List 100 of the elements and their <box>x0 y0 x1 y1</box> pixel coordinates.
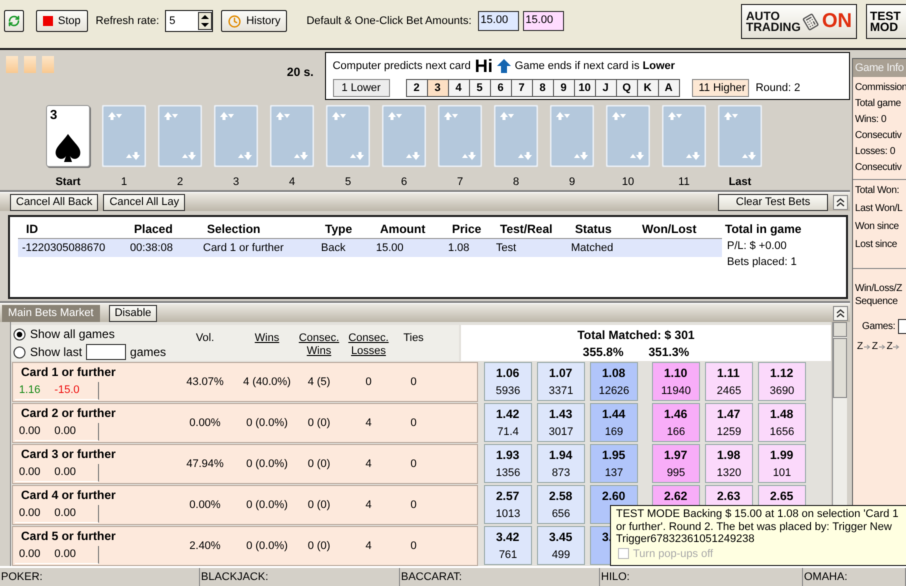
stat-label: Total Won: <box>855 185 900 196</box>
one-click-amount-field[interactable]: 15.00 <box>522 11 564 31</box>
lay-price-cell[interactable]: 1.99 101 <box>758 444 806 483</box>
sequence-item: Z <box>886 341 892 352</box>
rank-button[interactable]: 10 <box>574 79 596 97</box>
prediction-value: Hi <box>474 56 493 76</box>
back-profit: 0.00 <box>19 548 40 560</box>
lay-price-cell[interactable]: 1.46 166 <box>652 403 700 442</box>
prediction-label: Computer predicts next card <box>332 60 471 72</box>
stat-value: 0 <box>409 540 418 552</box>
rank-button[interactable]: 5 <box>468 79 491 97</box>
default-amount-field[interactable]: 15.00 <box>478 11 519 31</box>
back-price-cell[interactable]: 1.07 3371 <box>537 362 585 401</box>
bet-row[interactable]: -1220305088670 00:38:08 Card 1 or further Back 15.00 1.08 Test Matched <box>18 239 722 257</box>
round-text: Round: 2 <box>756 82 800 94</box>
column-header: Amount <box>379 222 426 236</box>
back-price-cell[interactable]: 2.58 656 <box>537 485 585 524</box>
indicator-light <box>24 56 36 73</box>
back-price-cell[interactable]: 1.95 137 <box>590 444 638 483</box>
column-header: Test/Real <box>499 222 554 236</box>
rank-button[interactable]: 7 <box>510 79 533 97</box>
column-header: Type <box>324 222 354 236</box>
stat-label: Wins: 0 <box>855 114 888 125</box>
refresh-button[interactable] <box>4 10 24 32</box>
collapse-icon[interactable] <box>833 194 848 210</box>
table-cell-text: Test <box>495 242 518 254</box>
stop-icon <box>43 16 53 26</box>
rank-button[interactable]: A <box>658 79 680 97</box>
cancel-button[interactable]: Cancel All Lay <box>103 194 186 210</box>
lay-price-cell[interactable]: 1.97 995 <box>652 444 700 483</box>
up-arrow-icon <box>496 59 511 73</box>
games-count-field[interactable] <box>86 344 126 360</box>
bet-amounts-label: Default & One-Click Bet Amounts: <box>306 14 472 29</box>
test-mode-button[interactable]: TEST MOD <box>866 4 906 39</box>
rank-button[interactable]: Q <box>616 79 638 97</box>
panel-title: Game Info <box>853 59 906 77</box>
disable-button[interactable]: Disable <box>108 304 158 322</box>
games-field[interactable] <box>898 319 906 334</box>
rank-button[interactable]: 6 <box>490 79 512 97</box>
column-header: Vol. <box>194 331 216 345</box>
back-price-cell[interactable]: 1.08 12626 <box>590 362 638 401</box>
rank-button[interactable]: J <box>594 79 617 97</box>
stat-value: 4 (40.0%) <box>242 376 292 388</box>
lay-price-cell[interactable]: 1.48 1656 <box>758 403 806 442</box>
lay-percent: 351.3% <box>648 345 690 359</box>
lay-price-cell[interactable]: 1.47 1259 <box>705 403 753 442</box>
stat-value: 2.40% <box>188 540 222 552</box>
rank-button[interactable]: 2 <box>406 79 428 97</box>
stop-button[interactable]: Stop <box>36 10 88 32</box>
lay-price-cell[interactable]: 1.10 11940 <box>652 362 700 401</box>
lay-price-cell[interactable]: 1.12 3690 <box>758 362 806 401</box>
arrow-icon <box>864 344 871 350</box>
stat-value: 4 <box>364 540 373 552</box>
cancel-button[interactable]: Cancel All Back <box>10 194 98 210</box>
clear-test-bets-button[interactable]: Clear Test Bets <box>718 194 828 210</box>
back-price-cell[interactable]: 1.42 71.4 <box>484 403 532 442</box>
stat-label: Consecutiv <box>855 130 903 141</box>
spin-arrows-icon[interactable] <box>198 12 212 30</box>
back-price-cell[interactable]: 1.44 169 <box>590 403 638 442</box>
rank-button[interactable]: 3 <box>426 79 449 97</box>
stat-value: 0 (0.0%) <box>245 540 289 552</box>
back-price-cell[interactable]: 1.93 1356 <box>484 444 532 483</box>
rank-button[interactable]: 8 <box>532 79 554 97</box>
arrow-icon <box>878 344 886 350</box>
lay-profit: 0.00 <box>54 548 76 560</box>
card-label: 6 <box>400 176 408 188</box>
rank-button[interactable]: 9 <box>552 79 575 97</box>
selection-name: Card 5 or further <box>20 528 117 542</box>
total-title: Total in game <box>725 222 802 236</box>
back-price-cell[interactable]: 2.57 1013 <box>484 485 532 524</box>
lay-profit: 0.00 <box>54 425 76 437</box>
radio-button[interactable] <box>13 346 26 358</box>
selection-name: Card 4 or further <box>20 488 117 502</box>
rank-button[interactable]: K <box>636 79 659 97</box>
auto-trading-button[interactable]: AUTO TRADING ON <box>741 4 857 39</box>
higher-button[interactable]: 11 Higher <box>692 79 749 97</box>
back-price-cell[interactable]: 1.94 873 <box>537 444 585 483</box>
column-header: Price <box>451 222 482 236</box>
lay-price-cell[interactable]: 1.98 1320 <box>705 444 753 483</box>
back-profit: 0.00 <box>19 507 40 519</box>
back-price-cell[interactable]: 1.06 5936 <box>484 362 532 401</box>
status-field: BACCARAT: <box>400 568 600 586</box>
back-profit: 0.00 <box>19 466 40 478</box>
selection-name: Card 1 or further <box>20 364 117 378</box>
back-percent: 355.8% <box>582 345 624 359</box>
status-field: BLACKJACK: <box>200 568 400 586</box>
history-button[interactable]: History <box>221 10 288 32</box>
back-price-cell[interactable]: 3.42 761 <box>484 526 532 565</box>
refresh-rate-field[interactable]: 5 <box>165 10 214 32</box>
stat-value: 47.94% <box>185 458 225 470</box>
column-header: Selection <box>206 222 262 236</box>
column-header: Ties <box>402 331 425 345</box>
back-price-cell[interactable]: 1.43 3017 <box>537 403 585 442</box>
collapse-icon[interactable] <box>833 306 848 320</box>
lay-price-cell[interactable]: 1.11 2465 <box>705 362 753 401</box>
rank-button[interactable]: 4 <box>448 79 470 97</box>
timer-text: 20 s. <box>286 65 314 79</box>
radio-button[interactable] <box>13 328 26 340</box>
back-price-cell[interactable]: 3.45 499 <box>537 526 585 565</box>
lower-button[interactable]: 1 Lower <box>332 79 390 97</box>
